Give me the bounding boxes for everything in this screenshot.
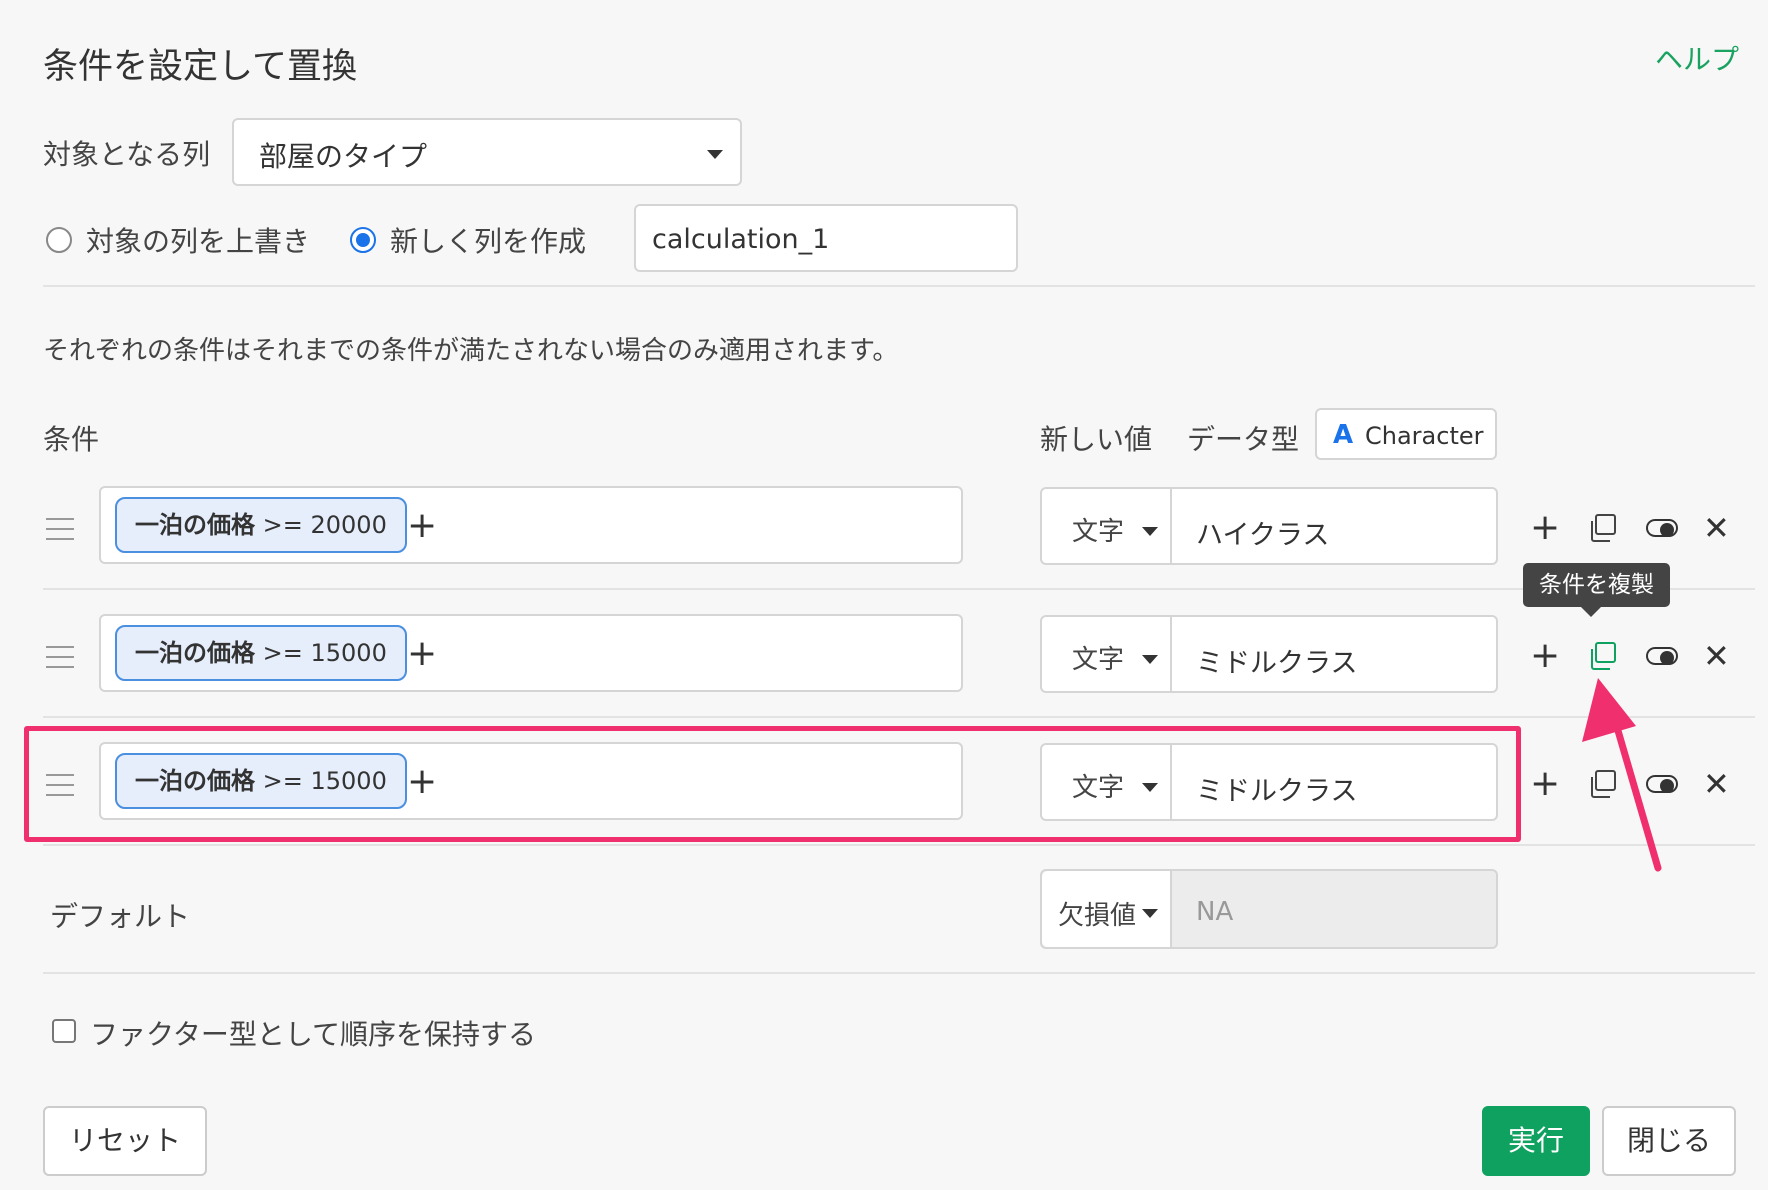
condition-pill[interactable]: 一泊の価格 >= 15000 [115,625,407,681]
add-condition-icon[interactable]: + [407,508,437,544]
value-type-select[interactable]: 文字 [1042,617,1172,691]
value-type-text: 文字 [1072,645,1125,675]
reset-button[interactable]: リセット [43,1106,207,1176]
new-value-group: 文字 ミドルクラス [1040,743,1498,821]
new-value-group: 文字 ハイクラス [1040,487,1498,565]
new-value-text[interactable]: ハイクラス [1196,513,1329,552]
chevron-down-icon [1142,655,1158,664]
chevron-down-icon [1142,527,1158,536]
toggle-icon[interactable] [1646,519,1678,537]
data-type-value: Character [1365,422,1484,450]
drag-handle-icon[interactable] [46,646,74,676]
default-value-group: 欠損値 NA [1040,869,1498,949]
default-type-text: 欠損値 [1058,901,1137,931]
new-value-text[interactable]: ミドルクラス [1196,769,1357,808]
factor-checkbox-label[interactable]: ファクター型として順序を保持する [90,1013,536,1053]
dialog-title: 条件を設定して置換 [43,47,357,87]
add-row-icon[interactable]: + [1530,638,1560,674]
data-type-select[interactable]: A Character [1315,408,1497,460]
divider [43,716,1755,718]
character-type-icon: A [1333,420,1354,450]
copy-icon[interactable] [1588,641,1618,675]
help-link[interactable]: ヘルプ [1655,38,1739,78]
new-value-text[interactable]: ミドルクラス [1196,641,1357,680]
default-type-select[interactable]: 欠損値 [1042,871,1172,947]
value-type-select[interactable]: 文字 [1042,745,1172,819]
data-type-header: データ型 [1187,423,1300,456]
divider [43,588,1755,590]
new-column-radio-label[interactable]: 新しく列を作成 [390,220,586,260]
default-label: デフォルト [50,900,191,933]
overwrite-radio[interactable] [46,227,72,253]
new-value-header: 新しい値 [1040,423,1153,456]
default-value-text: NA [1196,897,1234,927]
drag-handle-icon[interactable] [46,518,74,548]
new-column-name-value: calculation_1 [652,224,830,255]
value-type-text: 文字 [1072,517,1125,547]
divider [43,972,1755,974]
condition-pill[interactable]: 一泊の価格 >= 20000 [115,497,407,553]
new-value-group: 文字 ミドルクラス [1040,615,1498,693]
close-icon[interactable]: ✕ [1703,768,1730,800]
drag-handle-icon[interactable] [46,774,74,804]
overwrite-radio-label[interactable]: 対象の列を上書き [86,220,310,260]
condition-header: 条件 [43,423,100,456]
target-column-select[interactable]: 部屋のタイプ [232,118,742,186]
copy-icon[interactable] [1588,513,1618,547]
add-condition-icon[interactable]: + [407,636,437,672]
add-row-icon[interactable]: + [1530,510,1560,546]
condition-note: それぞれの条件はそれまでの条件が満たされない場合のみ適用されます。 [43,336,899,366]
divider [43,285,1755,287]
chevron-down-icon [1142,909,1158,918]
divider [43,844,1755,846]
chevron-down-icon [707,150,723,159]
value-type-text: 文字 [1072,773,1125,803]
new-column-radio[interactable] [350,227,376,253]
run-button[interactable]: 実行 [1482,1106,1590,1176]
toggle-icon[interactable] [1646,647,1678,665]
close-button[interactable]: 閉じる [1602,1106,1736,1176]
target-column-label: 対象となる列 [43,138,211,171]
add-condition-icon[interactable]: + [407,764,437,800]
close-icon[interactable]: ✕ [1703,640,1730,672]
factor-checkbox[interactable] [52,1019,76,1043]
add-row-icon[interactable]: + [1530,766,1560,802]
new-column-name-input[interactable]: calculation_1 [634,204,1018,272]
chevron-down-icon [1142,783,1158,792]
close-icon[interactable]: ✕ [1703,512,1730,544]
arrow-annotation-icon [1582,678,1662,872]
value-type-select[interactable]: 文字 [1042,489,1172,563]
condition-pill[interactable]: 一泊の価格 >= 15000 [115,753,407,809]
target-column-value: 部屋のタイプ [259,140,428,173]
copy-tooltip: 条件を複製 [1523,563,1670,617]
